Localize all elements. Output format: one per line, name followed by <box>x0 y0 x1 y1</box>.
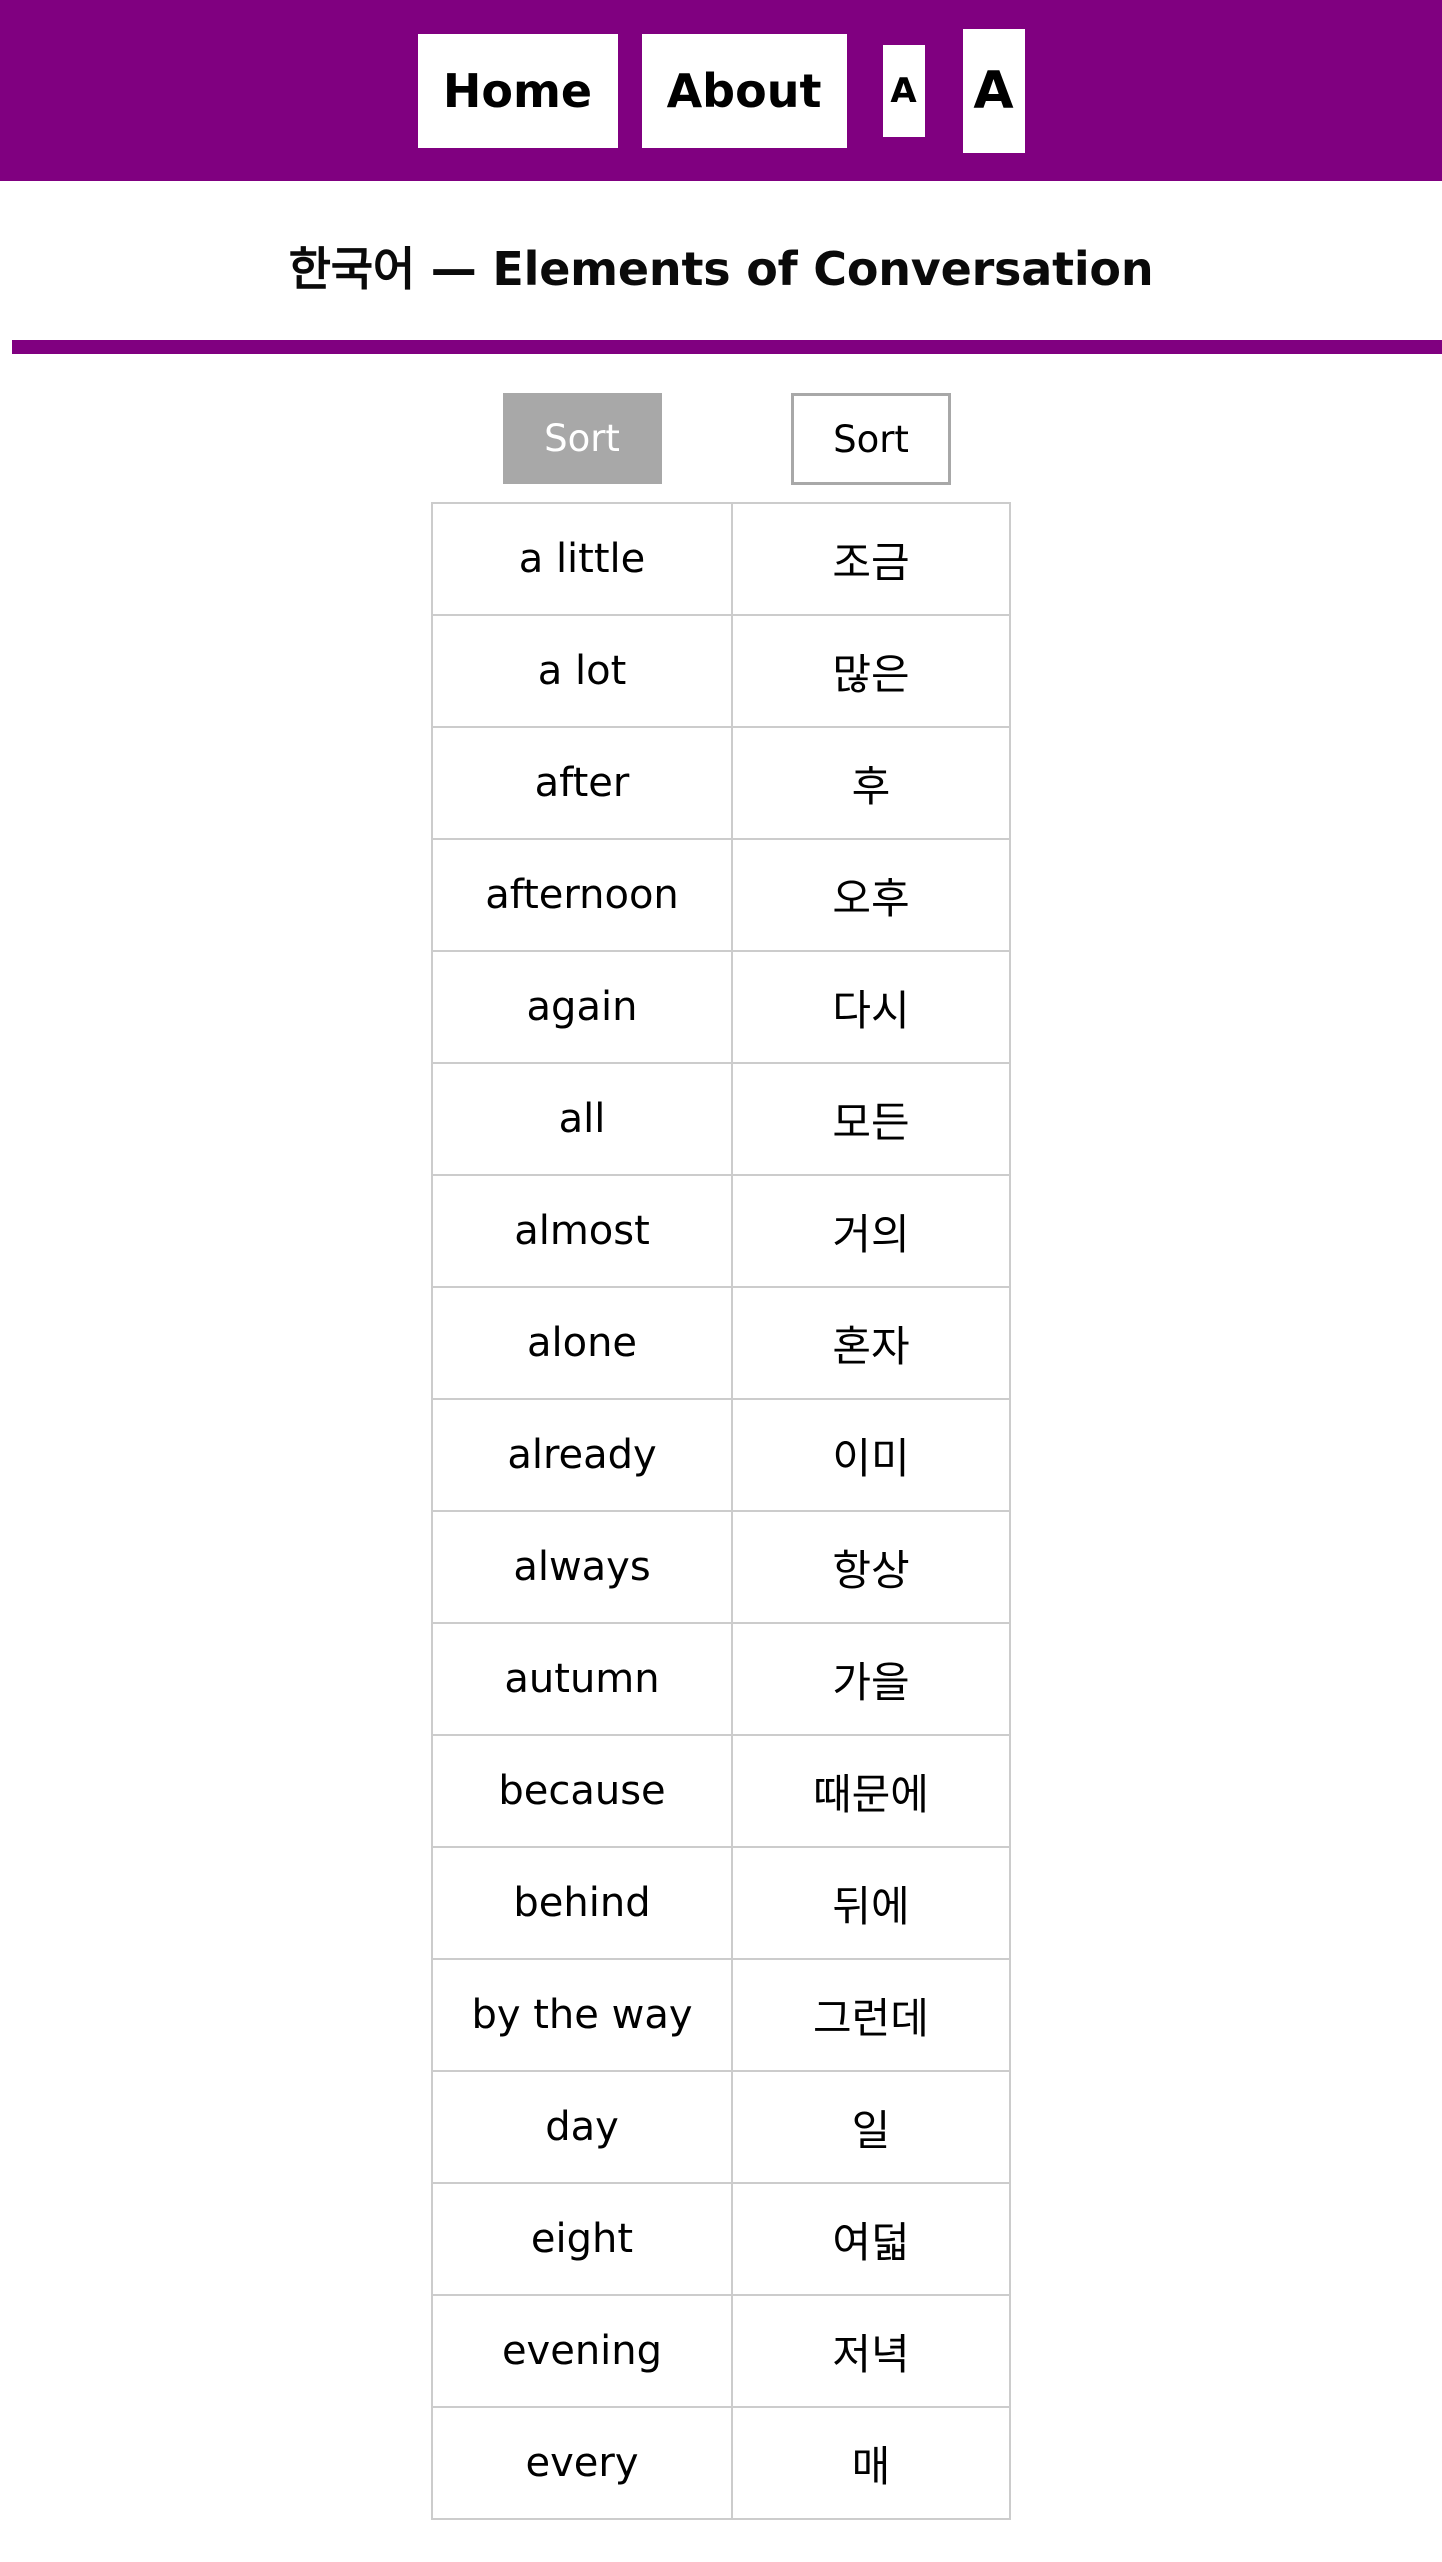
sort-controls-row: Sort Sort <box>432 393 1010 485</box>
cell-english: always <box>431 1510 733 1624</box>
table-row[interactable]: because 때문에 <box>431 1734 1011 1848</box>
cell-english: after <box>431 726 733 840</box>
page-title: 한국어 — Elements of Conversation <box>288 242 1154 296</box>
table-row[interactable]: alone 혼자 <box>431 1286 1011 1400</box>
table-row[interactable]: by the way 그런데 <box>431 1958 1011 2072</box>
cell-korean: 후 <box>731 726 1011 840</box>
cell-korean: 많은 <box>731 614 1011 728</box>
table-row[interactable]: evening 저녁 <box>431 2294 1011 2408</box>
cell-english: already <box>431 1398 733 1512</box>
cell-english: alone <box>431 1286 733 1400</box>
table-row[interactable]: a little 조금 <box>431 502 1011 616</box>
sort-cell-korean: Sort <box>732 393 1010 485</box>
cell-korean: 오후 <box>731 838 1011 952</box>
table-row[interactable]: already 이미 <box>431 1398 1011 1512</box>
cell-korean: 모든 <box>731 1062 1011 1176</box>
cell-english: eight <box>431 2182 733 2296</box>
cell-english: every <box>431 2406 733 2520</box>
cell-english: by the way <box>431 1958 733 2072</box>
sort-cell-english: Sort <box>432 393 732 485</box>
nav-home-button[interactable]: Home <box>417 33 618 148</box>
cell-korean: 뒤에 <box>731 1846 1011 1960</box>
table-row[interactable]: almost 거의 <box>431 1174 1011 1288</box>
top-navigation-bar: Home About A A <box>0 0 1442 181</box>
cell-korean: 가을 <box>731 1622 1011 1736</box>
cell-english: a little <box>431 502 733 616</box>
cell-english: again <box>431 950 733 1064</box>
cell-english: afternoon <box>431 838 733 952</box>
cell-english: behind <box>431 1846 733 1960</box>
cell-english: all <box>431 1062 733 1176</box>
nav-about-button[interactable]: About <box>641 33 847 148</box>
table-row[interactable]: afternoon 오후 <box>431 838 1011 952</box>
cell-korean: 혼자 <box>731 1286 1011 1400</box>
increase-font-size-button[interactable]: A <box>962 28 1025 153</box>
table-row[interactable]: a lot 많은 <box>431 614 1011 728</box>
cell-english: day <box>431 2070 733 2184</box>
cell-korean: 다시 <box>731 950 1011 1064</box>
table-row[interactable]: day 일 <box>431 2070 1011 2184</box>
cell-korean: 항상 <box>731 1510 1011 1624</box>
table-row[interactable]: after 후 <box>431 726 1011 840</box>
cell-english: a lot <box>431 614 733 728</box>
table-row[interactable]: every 매 <box>431 2406 1011 2520</box>
cell-korean: 때문에 <box>731 1734 1011 1848</box>
sort-english-button[interactable]: Sort <box>502 393 662 484</box>
cell-english: autumn <box>431 1622 733 1736</box>
cell-english: evening <box>431 2294 733 2408</box>
cell-korean: 조금 <box>731 502 1011 616</box>
table-row[interactable]: eight 여덟 <box>431 2182 1011 2296</box>
table-row[interactable]: all 모든 <box>431 1062 1011 1176</box>
cell-english: because <box>431 1734 733 1848</box>
cell-korean: 여덟 <box>731 2182 1011 2296</box>
cell-korean: 거의 <box>731 1174 1011 1288</box>
table-row[interactable]: again 다시 <box>431 950 1011 1064</box>
decrease-font-size-button[interactable]: A <box>882 44 925 137</box>
title-divider-rule <box>12 340 1442 354</box>
vocabulary-table: a little 조금 a lot 많은 after 후 afternoon 오후 again 다… <box>431 502 1011 2520</box>
cell-korean: 일 <box>731 2070 1011 2184</box>
table-row[interactable]: behind 뒤에 <box>431 1846 1011 1960</box>
cell-korean: 저녁 <box>731 2294 1011 2408</box>
cell-korean: 매 <box>731 2406 1011 2520</box>
cell-korean: 그런데 <box>731 1958 1011 2072</box>
cell-korean: 이미 <box>731 1398 1011 1512</box>
vocabulary-table-body: a little 조금 a lot 많은 after 후 afternoon 오후 again 다… <box>431 502 1011 2520</box>
table-row[interactable]: autumn 가을 <box>431 1622 1011 1736</box>
sort-korean-button[interactable]: Sort <box>791 393 951 485</box>
cell-english: almost <box>431 1174 733 1288</box>
table-row[interactable]: always 항상 <box>431 1510 1011 1624</box>
